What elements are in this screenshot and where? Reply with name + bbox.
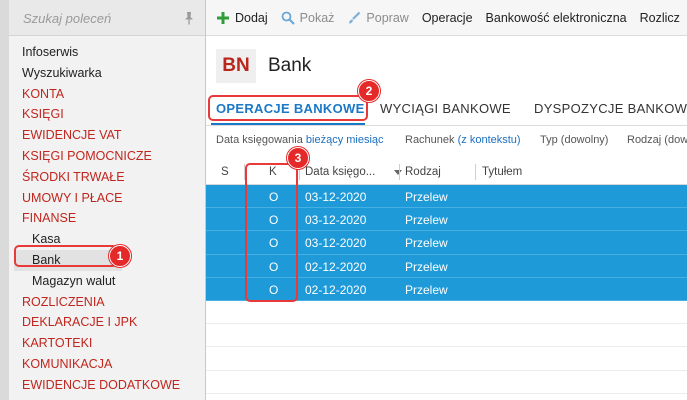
page-title: Bank	[268, 55, 312, 76]
cell-kind: Przelew	[405, 213, 448, 228]
column-separator	[399, 164, 400, 180]
cell-kind: Przelew	[405, 259, 448, 274]
sidebar-item-infoserwis[interactable]: Infoserwis	[22, 42, 202, 63]
add-button-label: Dodaj	[235, 10, 268, 25]
column-s[interactable]: S	[221, 166, 229, 178]
show-button[interactable]: Pokaż	[281, 10, 335, 25]
tab-orders[interactable]: DYSPOZYCJE BANKOWE	[534, 101, 687, 116]
callout-1-badge: 1	[109, 245, 131, 267]
edit-button-label: Popraw	[366, 10, 409, 25]
sidebar-item-księgi-pomocnicze[interactable]: KSIĘGI POMOCNICZE	[22, 146, 202, 167]
show-button-label: Pokaż	[299, 10, 335, 25]
filter-type[interactable]: Typ (dowolny)	[540, 134, 608, 146]
toolbar: Dodaj Pokaż Popraw Operacje Bankowość el…	[206, 0, 687, 36]
cell-kind: Przelew	[405, 282, 448, 297]
filter-date-label: Data księgowania	[216, 134, 303, 146]
callout-1-frame	[14, 245, 118, 267]
cell-date: 03-12-2020	[305, 190, 367, 204]
settle-menu-label: Rozlicz	[639, 10, 680, 25]
sidebar-item-księgi[interactable]: KSIĘGI	[22, 104, 202, 125]
column-kind[interactable]: Rodzaj	[405, 166, 441, 178]
ebanking-menu[interactable]: Bankowość elektroniczna	[486, 11, 627, 25]
callout-2-frame	[208, 95, 368, 121]
sidebar-item-rozliczenia[interactable]: ROZLICZENIA	[22, 292, 202, 313]
sidebar-item-umowy-i-płace[interactable]: UMOWY I PŁACE	[22, 188, 202, 209]
cell-kind: Przelew	[405, 190, 448, 204]
page-header: BN Bank	[206, 37, 687, 92]
active-tab-indicator	[211, 123, 365, 125]
command-search[interactable]: Szukaj poleceń	[9, 0, 205, 36]
filter-bar: Data księgowania bieżący miesiąc Rachune…	[206, 127, 687, 157]
ebanking-menu-label: Bankowość elektroniczna	[485, 10, 627, 25]
filter-date[interactable]: Data księgowania bieżący miesiąc	[216, 134, 384, 146]
cell-kind: Przelew	[405, 236, 448, 251]
sidebar-nav: Infoserwis Wyszukiwarka KONTA KSIĘGI EWIDENC…	[14, 42, 202, 396]
sidebar-item-ewidencje-dodatkowe[interactable]: EWIDENCJE DODATKOWE	[22, 375, 202, 396]
sidebar-item-deklaracje-i-jpk[interactable]: DEKLARACJE I JPK	[22, 312, 202, 333]
brush-icon	[349, 11, 361, 23]
sidebar: Szukaj poleceń Infoserwis Wyszukiwarka KON…	[0, 0, 206, 400]
pin-icon[interactable]	[183, 11, 195, 25]
operations-menu[interactable]: Operacje	[422, 11, 473, 25]
sidebar-item-komunikacja[interactable]: KOMUNIKACJA	[22, 354, 202, 375]
sidebar-scroll-strip[interactable]	[0, 0, 9, 400]
empty-row	[206, 347, 687, 371]
cell-date: 03-12-2020	[305, 236, 367, 251]
cell-date: 02-12-2020	[305, 259, 367, 274]
add-button[interactable]: Dodaj	[216, 11, 268, 25]
edit-button[interactable]: Popraw	[347, 10, 409, 25]
empty-row	[206, 370, 687, 394]
sidebar-item-środki-trwałe[interactable]: ŚRODKI TRWAŁE	[22, 167, 202, 188]
sidebar-item-magazyn-walut[interactable]: Magazyn walut	[22, 271, 202, 292]
operations-menu-label: Operacje	[421, 10, 473, 25]
filter-date-value: bieżący miesiąc	[305, 134, 384, 146]
command-search-placeholder: Szukaj poleceń	[23, 11, 112, 26]
tab-statements[interactable]: WYCIĄGI BANKOWE	[380, 101, 511, 116]
callout-3-frame	[245, 163, 298, 302]
sidebar-item-konta[interactable]: KONTA	[22, 84, 202, 105]
sidebar-item-wyszukiwarka[interactable]: Wyszukiwarka	[22, 63, 202, 84]
cell-date: 02-12-2020	[305, 282, 367, 297]
column-separator	[475, 164, 476, 180]
filter-kind[interactable]: Rodzaj (dow	[627, 134, 687, 146]
filter-account-value: (z kontekstu)	[457, 134, 521, 146]
cell-date: 03-12-2020	[305, 213, 367, 228]
search-icon	[281, 11, 295, 25]
module-badge: BN	[216, 49, 256, 83]
sort-desc-icon[interactable]	[394, 170, 402, 175]
filter-account-label: Rachunek	[405, 134, 455, 146]
empty-row	[206, 300, 687, 325]
column-title[interactable]: Tytułem	[482, 166, 522, 178]
callout-2-badge: 2	[358, 80, 380, 102]
settle-menu[interactable]: Rozlicz	[640, 11, 680, 25]
sidebar-item-kartoteki[interactable]: KARTOTEKI	[22, 333, 202, 354]
plus-icon	[217, 11, 229, 24]
filter-account[interactable]: Rachunek (z kontekstu)	[405, 134, 521, 146]
column-date[interactable]: Data księgo...	[305, 166, 375, 178]
sidebar-item-finanse[interactable]: FINANSE	[22, 208, 202, 229]
empty-row	[206, 324, 687, 348]
callout-3-badge: 3	[287, 147, 309, 169]
sidebar-item-ewidencje-vat[interactable]: EWIDENCJE VAT	[22, 125, 202, 146]
